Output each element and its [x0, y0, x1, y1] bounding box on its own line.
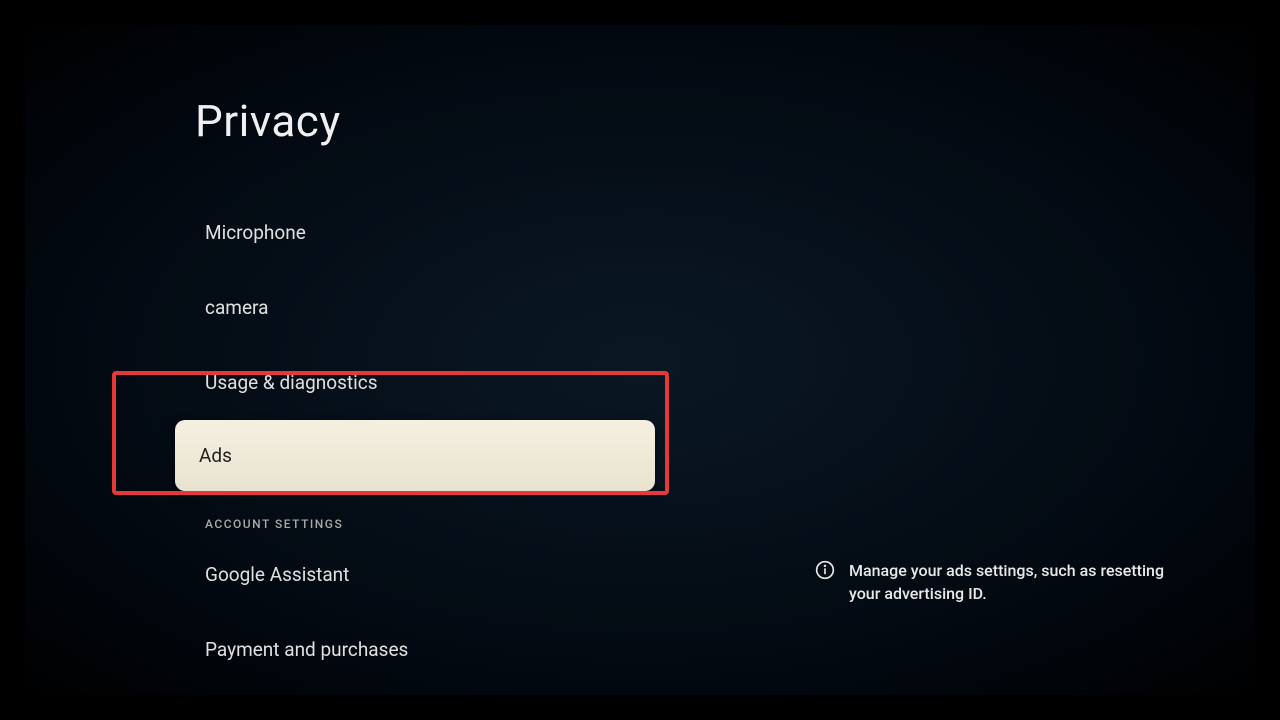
- content-pane: Privacy Microphone camera Usage & diagno…: [25, 25, 625, 687]
- menu-item-payment-purchases[interactable]: Payment and purchases: [195, 612, 625, 687]
- section-header-account: ACCOUNT SETTINGS: [195, 491, 625, 537]
- info-icon: [815, 560, 835, 580]
- page-title: Privacy: [195, 95, 625, 147]
- menu-item-camera[interactable]: camera: [195, 270, 625, 345]
- settings-screen: Privacy Microphone camera Usage & diagno…: [25, 25, 1255, 695]
- menu-item-ads[interactable]: Ads: [175, 420, 655, 491]
- menu-item-microphone[interactable]: Microphone: [195, 195, 625, 270]
- privacy-menu: Microphone camera Usage & diagnostics Ad…: [195, 195, 625, 687]
- menu-item-google-assistant[interactable]: Google Assistant: [195, 537, 625, 612]
- info-text: Manage your ads settings, such as resett…: [849, 559, 1195, 605]
- menu-item-usage-diagnostics[interactable]: Usage & diagnostics: [195, 345, 625, 420]
- info-panel: Manage your ads settings, such as resett…: [815, 559, 1195, 605]
